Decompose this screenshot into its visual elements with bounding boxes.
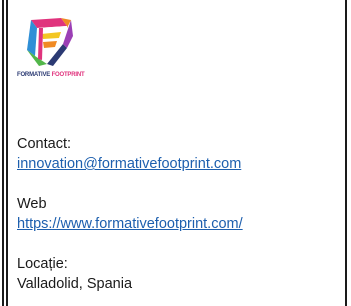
- location-value: Valladolid, Spania: [17, 276, 133, 292]
- brand-logo[interactable]: FORMATIVE FOOTPRINT: [17, 14, 107, 84]
- left-border-inner: [6, 0, 8, 306]
- web-label: Web: [17, 196, 47, 212]
- formative-footprint-logo-icon: [27, 18, 73, 66]
- brand-word-formative: FORMATIVE: [17, 72, 51, 78]
- location-label: Locație:: [17, 256, 68, 272]
- contact-card: FORMATIVE FOOTPRINT Contact: innovation@…: [17, 14, 337, 294]
- brand-logo-caption: FORMATIVE FOOTPRINT: [17, 72, 85, 78]
- left-border-outer: [2, 0, 4, 306]
- location-section: Locație: Valladolid, Spania: [17, 254, 337, 294]
- contact-section: Contact: innovation@formativefootprint.c…: [17, 134, 337, 174]
- right-border: [345, 0, 347, 306]
- contact-email-link[interactable]: innovation@formativefootprint.com: [17, 154, 337, 174]
- website-link[interactable]: https://www.formativefootprint.com/: [17, 214, 337, 234]
- contact-label: Contact:: [17, 136, 71, 152]
- brand-word-footprint: FOOTPRINT: [51, 72, 85, 78]
- web-section: Web https://www.formativefootprint.com/: [17, 194, 337, 234]
